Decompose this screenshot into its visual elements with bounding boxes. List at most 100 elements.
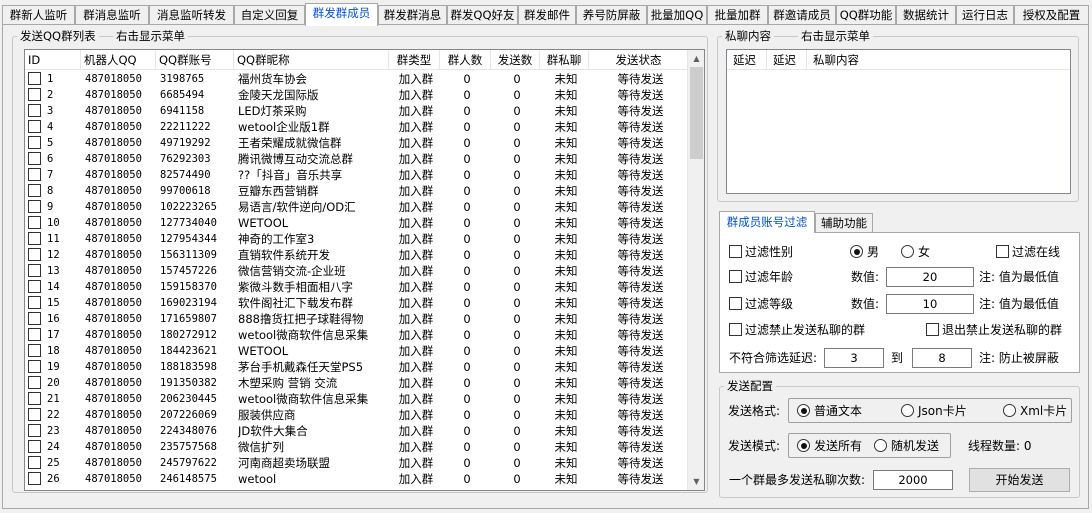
table-row[interactable]: 18 487018050 184423621 WETOOL 加入群 0 0 未知 等待发送 (25, 343, 704, 359)
table-row[interactable]: 1 487018050 3198765 福州货车协会 加入群 0 0 未知 等待发送 (25, 71, 704, 87)
table-row[interactable]: 7 487018050 82574490 ??「抖音」音乐共享 加入群 0 0 未知 等待发送 (25, 167, 704, 183)
scroll-thumb[interactable] (690, 67, 703, 159)
table-row[interactable]: 22 487018050 207226069 服装供应商 加入群 0 0 未知 等待发送 (25, 407, 704, 423)
row-checkbox[interactable] (28, 152, 41, 165)
filter-age-checkbox[interactable] (729, 270, 742, 283)
column-header[interactable]: 群私聊 (540, 50, 589, 70)
tab-15[interactable]: 运行日志 (956, 5, 1014, 25)
row-checkbox[interactable] (28, 376, 41, 389)
row-checkbox[interactable] (28, 136, 41, 149)
tab-14[interactable]: 数据统计 (896, 5, 956, 25)
row-checkbox[interactable] (28, 472, 41, 485)
column-header[interactable]: 发送状态 (589, 50, 689, 70)
table-row[interactable]: 2 487018050 6685494 金陵天龙国际版 加入群 0 0 未知 等待发送 (25, 87, 704, 103)
tab-9[interactable]: 养号防屏蔽 (576, 5, 647, 25)
table-row[interactable]: 9 487018050 102223265 易语言/软件逆向/OD汇 加入群 0 0 未知 等待… (25, 199, 704, 215)
row-checkbox[interactable] (28, 280, 41, 293)
level-value-input[interactable]: 10 (886, 294, 974, 314)
column-header[interactable]: QQ群昵称 (234, 50, 389, 70)
filter-block-private-checkbox[interactable] (729, 323, 742, 336)
filter-level-checkbox[interactable] (729, 297, 742, 310)
format-text-radio[interactable] (797, 404, 810, 417)
tab-16[interactable]: 授权及配置 (1014, 5, 1089, 25)
table-row[interactable]: 16 487018050 171659807 888撸货扛把子球鞋得物 加入群 0 0 未知 等… (25, 311, 704, 327)
column-header[interactable]: 机器人QQ (81, 50, 156, 70)
table-row[interactable]: 26 487018050 246148575 wetool 加入群 0 0 未知 等待发送 (25, 471, 704, 487)
private-msg-column-header[interactable]: 延迟 (727, 50, 767, 70)
table-row[interactable]: 14 487018050 159158370 紫微斗数手相面相八字 加入群 0 0 未知 等待发… (25, 279, 704, 295)
row-checkbox[interactable] (28, 72, 41, 85)
row-checkbox[interactable] (28, 120, 41, 133)
female-radio[interactable] (901, 245, 914, 258)
tab-6[interactable]: 群发群消息 (378, 5, 447, 25)
row-checkbox[interactable] (28, 408, 41, 421)
tab-11[interactable]: 批量加群 (707, 5, 768, 25)
table-row[interactable]: 13 487018050 157457226 微信营销交流-企业班 加入群 0 0 未知 等待发… (25, 263, 704, 279)
row-checkbox[interactable] (28, 360, 41, 373)
table-row[interactable]: 4 487018050 22211222 wetool企业版1群 加入群 0 0 未知 等待发送 (25, 119, 704, 135)
row-checkbox[interactable] (28, 328, 41, 341)
tab-member-filter[interactable]: 群成员账号过滤 (719, 211, 815, 233)
filter-gender-checkbox[interactable] (729, 245, 742, 258)
exit-block-private-checkbox[interactable] (926, 323, 939, 336)
tab-aux-functions[interactable]: 辅助功能 (815, 213, 873, 233)
row-checkbox[interactable] (28, 264, 41, 277)
row-checkbox[interactable] (28, 456, 41, 469)
row-checkbox[interactable] (28, 184, 41, 197)
row-checkbox[interactable] (28, 440, 41, 453)
mode-all-radio[interactable] (797, 439, 810, 452)
table-row[interactable]: 3 487018050 6941158 LED灯茶采购 加入群 0 0 未知 等待发送 (25, 103, 704, 119)
format-json-radio[interactable] (901, 404, 914, 417)
row-checkbox[interactable] (28, 392, 41, 405)
table-row[interactable]: 10 487018050 127734040 WETOOL 加入群 0 0 未知 等待发送 (25, 215, 704, 231)
delay-min-input[interactable]: 3 (824, 348, 884, 368)
tab-3[interactable]: 消息监听转发 (149, 5, 234, 25)
start-send-button[interactable]: 开始发送 (969, 468, 1070, 492)
tab-13[interactable]: QQ群功能 (836, 5, 896, 25)
table-row[interactable]: 25 487018050 245797622 河南商超卖场联盟 加入群 0 0 未知 等待发送 (25, 455, 704, 471)
group-list-table[interactable]: ID 机器人QQ QQ群账号 QQ群昵称 群类型 群人数 发送数 群私聊 发送状态 1 48701… (24, 49, 705, 491)
row-checkbox[interactable] (28, 232, 41, 245)
table-row[interactable]: 12 487018050 156311309 直销软件系统开发 加入群 0 0 未知 等待发送 (25, 247, 704, 263)
tab-2[interactable]: 群消息监听 (75, 5, 149, 25)
column-header[interactable]: ID (25, 50, 81, 70)
table-row[interactable]: 17 487018050 180272912 wetool微商软件信息采集 加入群 0 0 未… (25, 327, 704, 343)
row-checkbox[interactable] (28, 168, 41, 181)
scroll-down-icon[interactable]: ▼ (688, 473, 704, 490)
table-row[interactable]: 15 487018050 169023194 软件阁社汇下载发布群 加入群 0 0 未知 等待发… (25, 295, 704, 311)
table-row[interactable]: 8 487018050 99700618 豆瓣东西营销群 加入群 0 0 未知 等待发送 (25, 183, 704, 199)
tab-10[interactable]: 批量加QQ (647, 5, 707, 25)
tab-7[interactable]: 群发QQ好友 (447, 5, 518, 25)
tab-1[interactable]: 群新人监听 (2, 5, 75, 25)
table-row[interactable]: 21 487018050 206230445 wetool微商软件信息采集 加入群 0 0 未… (25, 391, 704, 407)
filter-online-checkbox[interactable] (996, 245, 1009, 258)
row-checkbox[interactable] (28, 296, 41, 309)
age-value-input[interactable]: 20 (886, 267, 974, 287)
row-checkbox[interactable] (28, 344, 41, 357)
column-header[interactable]: 发送数 (491, 50, 540, 70)
private-msg-table[interactable]: 延迟 延迟 私聊内容 (726, 49, 1071, 194)
row-checkbox[interactable] (28, 88, 41, 101)
row-checkbox[interactable] (28, 424, 41, 437)
row-checkbox[interactable] (28, 216, 41, 229)
private-msg-column-header[interactable]: 延迟 (767, 50, 807, 70)
format-xml-radio[interactable] (1003, 404, 1016, 417)
row-checkbox[interactable] (28, 104, 41, 117)
table-row[interactable]: 19 487018050 188183598 茅台手机戴森任天堂PS5 加入群 0 0 未知 等… (25, 359, 704, 375)
table-row[interactable]: 24 487018050 235757568 微信扩列 加入群 0 0 未知 等待发送 (25, 439, 704, 455)
group-list-scrollbar[interactable]: ▲ ▼ (687, 50, 704, 490)
row-checkbox[interactable] (28, 312, 41, 325)
scroll-up-icon[interactable]: ▲ (688, 50, 704, 67)
table-row[interactable]: 5 487018050 49719292 王者荣耀成就微信群 加入群 0 0 未知 等待发送 (25, 135, 704, 151)
row-checkbox[interactable] (28, 248, 41, 261)
column-header[interactable]: 群类型 (389, 50, 440, 70)
tab-4[interactable]: 自定义回复 (234, 5, 305, 25)
table-row[interactable]: 11 487018050 127954344 神奇的工作室3 加入群 0 0 未知 等待发送 (25, 231, 704, 247)
tab-5[interactable]: 群发群成员 (305, 3, 378, 26)
column-header[interactable]: 群人数 (440, 50, 491, 70)
private-msg-column-header[interactable]: 私聊内容 (807, 50, 1070, 70)
tab-8[interactable]: 群发邮件 (518, 5, 576, 25)
table-row[interactable]: 20 487018050 191350382 木塑采购 营销 交流 加入群 0 0 未知 等待发… (25, 375, 704, 391)
delay-max-input[interactable]: 8 (912, 348, 972, 368)
mode-random-radio[interactable] (874, 439, 887, 452)
